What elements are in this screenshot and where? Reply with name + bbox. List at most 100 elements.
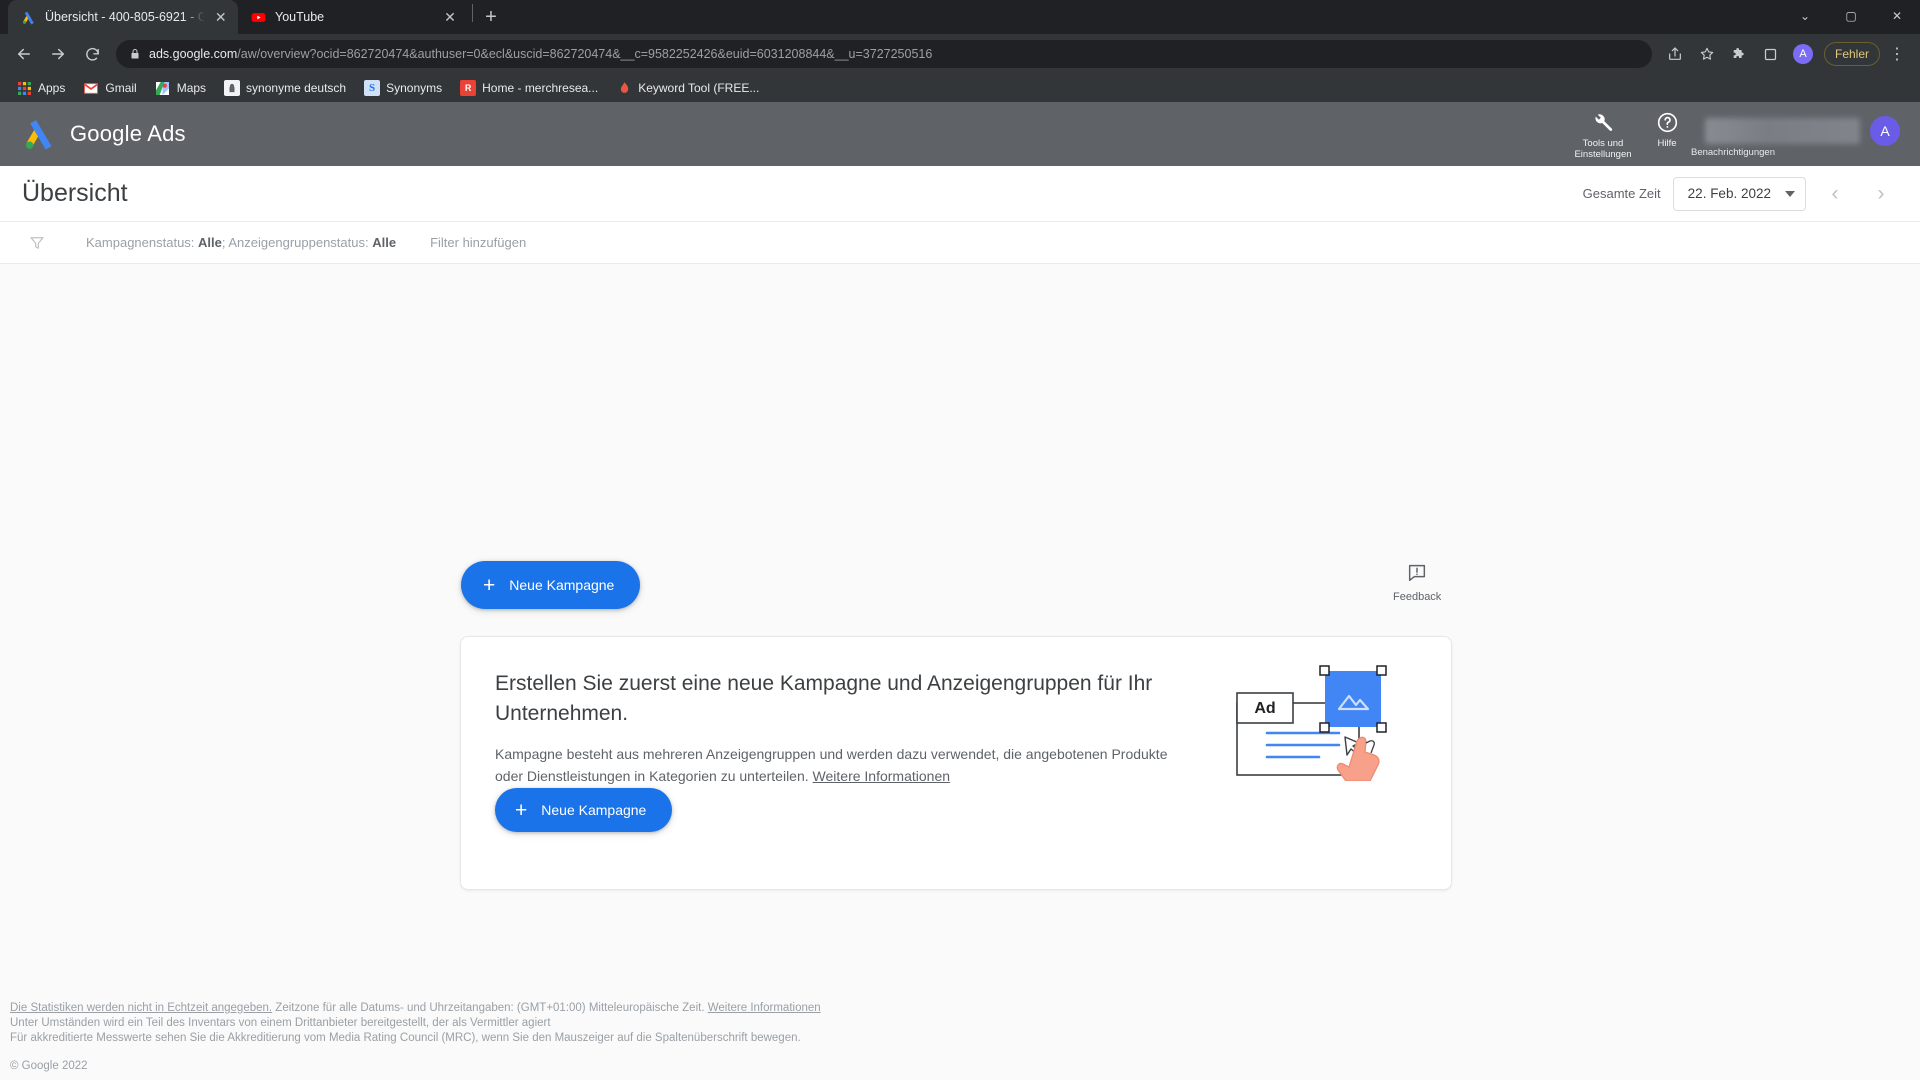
chip-value-campaign: Alle	[198, 235, 222, 250]
bookmark-home-merchresearch[interactable]: R Home - merchresea...	[452, 77, 606, 99]
bookmark-apps[interactable]: Apps	[8, 77, 73, 99]
notifications-label: Benachrichtigungen	[1691, 147, 1775, 158]
bookmark-synonyms[interactable]: S Synonyms	[356, 77, 450, 99]
close-icon[interactable]: ✕	[442, 10, 458, 24]
add-filter-button[interactable]: Filter hinzufügen	[430, 235, 526, 250]
window-close-button[interactable]: ✕	[1874, 0, 1920, 32]
feedback-label: Feedback	[1393, 591, 1442, 603]
tab-divider	[472, 4, 473, 22]
chevron-down-icon	[1785, 190, 1795, 197]
url-text: ads.google.com/aw/overview?ocid=86272047…	[149, 47, 932, 61]
notifications-bar	[1705, 118, 1860, 144]
app-header-actions: Tools und Einstellungen Hilfe Benachrich…	[1571, 102, 1900, 166]
reload-icon[interactable]	[76, 38, 108, 70]
browser-tab-youtube[interactable]: YouTube ✕	[238, 0, 468, 34]
chip-prefix-campaign: Kampagnenstatus:	[86, 235, 199, 250]
bookmark-keyword-tool[interactable]: Keyword Tool (FREE...	[608, 77, 767, 99]
page-title: Übersicht	[22, 179, 128, 207]
youtube-favicon	[250, 9, 266, 25]
gmail-icon	[83, 80, 99, 96]
chip-value-adgroup: Alle	[372, 235, 397, 250]
window-minimize-button[interactable]: ⌄	[1782, 0, 1828, 32]
tools-and-settings-button[interactable]: Tools und Einstellungen	[1571, 112, 1635, 160]
filter-funnel-icon[interactable]	[28, 234, 46, 252]
back-icon[interactable]	[8, 38, 40, 70]
bookmark-maps[interactable]: Maps	[147, 77, 214, 99]
campaign-illustration: Ad	[1233, 661, 1423, 782]
date-controls: Gesamte Zeit 22. Feb. 2022 ‹ ›	[1583, 176, 1898, 211]
help-label: Hilfe	[1657, 138, 1677, 149]
browser-chrome: Übersicht - 400-805-6921 - Goo ✕ YouTube…	[0, 0, 1920, 102]
url-path: /aw/overview?ocid=862720474&authuser=0&e…	[237, 47, 933, 61]
footer-line-3: Für akkreditierte Messwerte sehen Sie di…	[10, 1032, 801, 1044]
google-ads-favicon	[20, 9, 36, 25]
tab-title: Übersicht - 400-805-6921 - Goo	[45, 10, 205, 24]
filter-chip-status[interactable]: Kampagnenstatus: Alle; Anzeigengruppenst…	[86, 235, 396, 250]
bookmark-label: Keyword Tool (FREE...	[638, 81, 760, 95]
app-header: Google Ads Tools und Einstellungen Hilfe…	[0, 102, 1920, 166]
date-value: 22. Feb. 2022	[1687, 186, 1771, 201]
apps-grid-icon	[16, 80, 32, 96]
previous-period-button[interactable]: ‹	[1818, 177, 1852, 211]
plus-icon: +	[515, 798, 528, 822]
google-ads-logo-icon	[22, 117, 56, 151]
bookmark-gmail[interactable]: Gmail	[75, 77, 144, 99]
feedback-button[interactable]: Feedback	[1393, 562, 1441, 603]
tools-label-line2: Einstellungen	[1574, 149, 1632, 160]
error-badge[interactable]: Fehler	[1823, 42, 1880, 66]
brand[interactable]: Google Ads	[22, 117, 186, 151]
window-restore-button[interactable]: ▢	[1828, 0, 1874, 32]
footer-line-2: Unter Umständen wird ein Teil des Invent…	[10, 1017, 551, 1029]
sidepanel-icon[interactable]	[1756, 39, 1786, 69]
page-header: Übersicht Gesamte Zeit 22. Feb. 2022 ‹ ›	[0, 166, 1920, 222]
footer-learn-more-link[interactable]: Weitere Informationen	[708, 1002, 821, 1014]
new-campaign-button-top[interactable]: + Neue Kampagne	[461, 561, 641, 609]
card-heading: Erstellen Sie zuerst eine neue Kampagne …	[495, 672, 1153, 725]
new-campaign-label: Neue Kampagne	[509, 577, 615, 593]
help-circle-icon	[1656, 111, 1679, 134]
maps-icon	[155, 80, 171, 96]
tab-title: YouTube	[275, 10, 325, 24]
brand-name: Google Ads	[70, 121, 186, 146]
realtime-stats-link[interactable]: Die Statistiken werden nicht in Echtzeit…	[10, 1002, 272, 1014]
lock-icon	[129, 48, 141, 60]
bookmark-label: synonyme deutsch	[246, 81, 347, 95]
card-body: Kampagne besteht aus mehreren Anzeigengr…	[495, 743, 1185, 787]
generic-site-icon	[224, 80, 241, 96]
plus-icon: +	[483, 573, 496, 597]
bookmark-synonyme-deutsch[interactable]: synonyme deutsch	[216, 77, 354, 99]
notifications-area[interactable]: Benachrichtigungen	[1691, 118, 1870, 160]
chip-prefix-adgroup: Anzeigengruppenstatus:	[228, 235, 373, 250]
flame-icon	[616, 80, 632, 96]
chrome-menu-icon[interactable]: ⋮	[1882, 39, 1912, 69]
share-icon[interactable]	[1660, 39, 1690, 69]
footer-copyright: © Google 2022	[10, 1060, 88, 1072]
profile-avatar[interactable]: A	[1788, 39, 1818, 69]
browser-tab-google-ads[interactable]: Übersicht - 400-805-6921 - Goo ✕	[8, 0, 238, 34]
close-icon[interactable]: ✕	[214, 10, 228, 24]
address-bar[interactable]: ads.google.com/aw/overview?ocid=86272047…	[116, 40, 1652, 68]
bookmark-label: Gmail	[105, 81, 137, 95]
feedback-icon	[1406, 562, 1428, 584]
date-picker-select[interactable]: 22. Feb. 2022	[1672, 176, 1806, 211]
next-period-button[interactable]: ›	[1864, 177, 1898, 211]
extensions-puzzle-icon[interactable]	[1724, 39, 1754, 69]
learn-more-link[interactable]: Weitere Informationen	[813, 768, 950, 784]
window-controls: ⌄ ▢ ✕	[1782, 0, 1920, 34]
account-avatar[interactable]: A	[1870, 116, 1900, 146]
url-domain: ads.google.com	[149, 47, 238, 61]
new-tab-button[interactable]: +	[477, 3, 505, 31]
forward-icon[interactable]	[42, 38, 74, 70]
tools-label-line1: Tools und	[1582, 138, 1624, 149]
page-footer: Die Statistiken werden nicht in Echtzeit…	[0, 1001, 1920, 1080]
bookmark-star-icon[interactable]	[1692, 39, 1722, 69]
svg-text:Ad: Ad	[1254, 700, 1275, 717]
new-campaign-button-card[interactable]: + Neue Kampagne	[495, 788, 673, 832]
help-button[interactable]: Hilfe	[1635, 111, 1699, 160]
footer-timezone-text: Zeitzone für alle Datums- und Uhrzeitang…	[272, 1002, 708, 1014]
bookmark-label: Synonyms	[386, 81, 443, 95]
main-content: + Neue Kampagne Feedback Erstellen Sie z…	[0, 264, 1920, 1080]
filter-bar: Kampagnenstatus: Alle; Anzeigengruppenst…	[0, 222, 1920, 264]
wrench-icon	[1592, 112, 1614, 134]
browser-toolbar: ads.google.com/aw/overview?ocid=86272047…	[0, 34, 1920, 74]
